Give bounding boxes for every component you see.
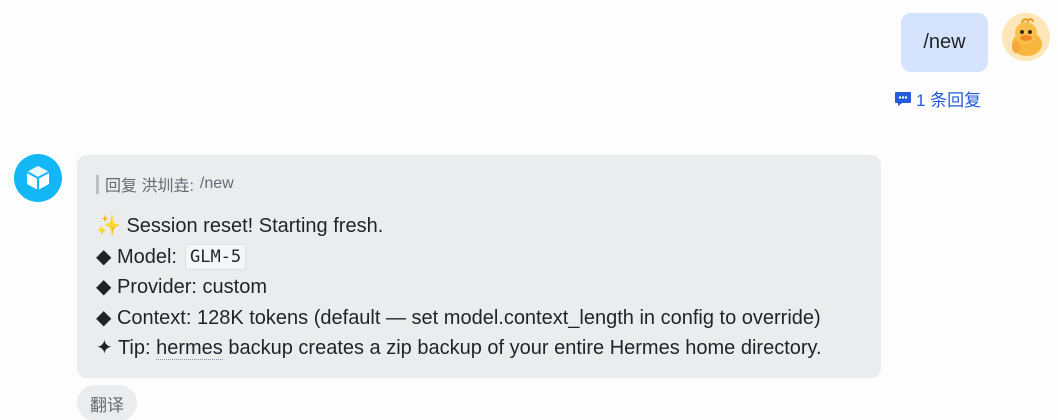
translate-label: 翻译: [90, 395, 124, 415]
cube-bot-icon[interactable]: [14, 154, 62, 202]
provider-text: ◆ Provider: custom: [96, 276, 267, 298]
reply-quote: 回复 洪圳垚: /new: [96, 173, 881, 195]
user-message-text: /new: [923, 31, 966, 53]
session-reset-text: ✨ Session reset! Starting fresh.: [96, 215, 384, 237]
reply-count-label: 1 条回复: [916, 91, 982, 110]
message-content: ✨ Session reset! Starting fresh. ◆ Model…: [96, 211, 881, 364]
quote-prefix: 回复 洪圳垚:: [105, 178, 194, 195]
quote-bar: [96, 174, 99, 194]
line-context: ◆ Context: 128K tokens (default — set mo…: [96, 303, 881, 334]
model-code: GLM-5: [184, 243, 247, 270]
line-tip: ✦ Tip: hermes backup creates a zip backu…: [96, 333, 881, 364]
line-provider: ◆ Provider: custom: [96, 272, 881, 303]
duck-avatar-icon[interactable]: [1002, 13, 1050, 61]
comment-icon: [895, 91, 911, 106]
translate-button[interactable]: 翻译: [77, 385, 137, 420]
line-session-reset: ✨ Session reset! Starting fresh.: [96, 211, 881, 242]
model-label: ◆ Model:: [96, 245, 177, 268]
context-text: ◆ Context: 128K tokens (default — set mo…: [96, 306, 821, 329]
tip-prefix: ✦ Tip:: [96, 337, 157, 359]
hermes-term[interactable]: hermes: [156, 337, 223, 360]
reply-count-link[interactable]: 1 条回复: [894, 86, 981, 111]
chat-page: /new 1 条回复 回复 洪圳垚: /new ✨ Session reset!…: [0, 0, 1058, 420]
quote-target: /new: [199, 175, 234, 192]
bot-message-bubble[interactable]: 回复 洪圳垚: /new ✨ Session reset! Starting f…: [77, 155, 881, 378]
tip-suffix: backup creates a zip backup of your enti…: [222, 337, 822, 359]
line-model: ◆ Model: GLM-5: [96, 242, 881, 273]
user-message-bubble[interactable]: /new: [901, 13, 988, 72]
